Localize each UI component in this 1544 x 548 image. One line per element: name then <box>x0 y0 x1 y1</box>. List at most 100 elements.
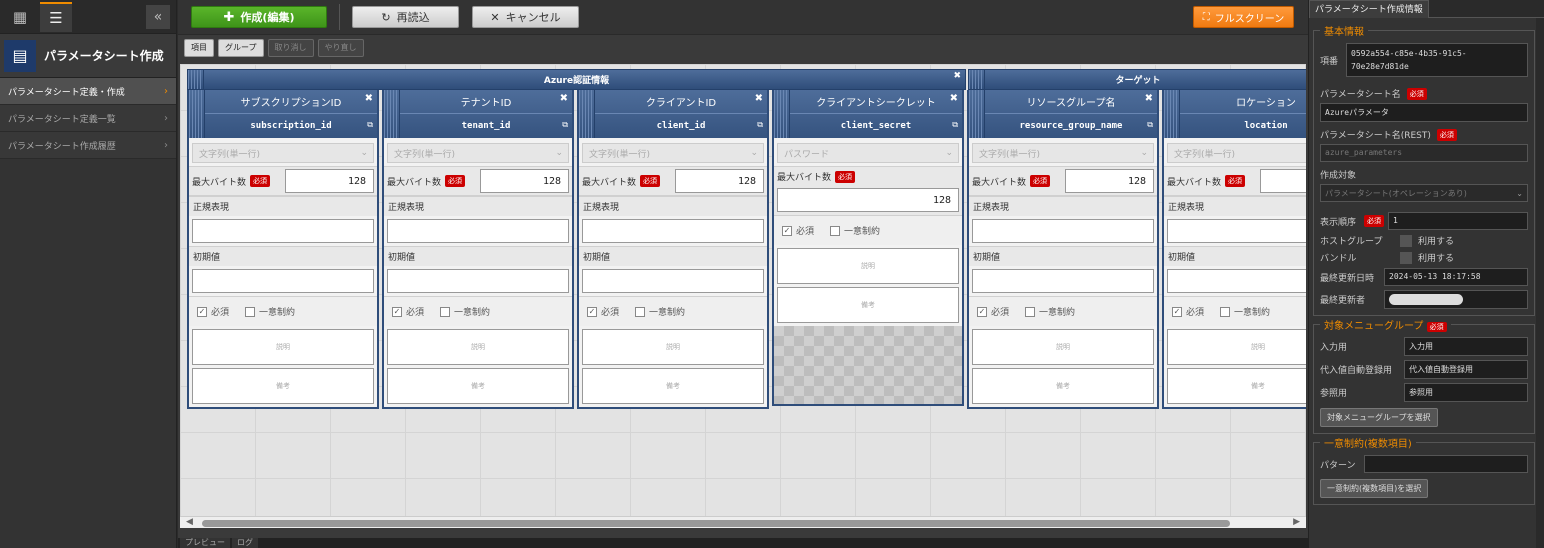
unique-checkbox[interactable]: 一意制約 <box>440 305 490 318</box>
column-header[interactable]: サブスクリプションID subscription_id ✖ ⧉ <box>189 90 377 138</box>
unique-checkbox[interactable]: 一意制約 <box>830 224 880 237</box>
target-select[interactable]: パラメータシート(オペレーションあり) ⌄ <box>1320 184 1528 202</box>
copy-icon[interactable]: ⧉ <box>1147 120 1153 130</box>
hostgroup-checkbox[interactable] <box>1400 234 1412 247</box>
close-icon[interactable]: ✖ <box>953 71 961 81</box>
bundle-checkbox[interactable] <box>1400 251 1412 264</box>
column-group[interactable]: ターゲット <box>968 69 1306 90</box>
column-card[interactable]: クライアントID client_id ✖ ⧉ 文字列(単一行) ⌄ 最大バイト数 必須 128 正… <box>577 90 769 409</box>
drag-handle-icon[interactable] <box>384 90 400 138</box>
note-textarea[interactable]: 備考 <box>777 287 959 323</box>
reload-button[interactable]: ↻ 再読込 <box>352 6 459 28</box>
horizontal-scrollbar[interactable]: ◀ ▶ <box>180 516 1306 528</box>
close-icon[interactable]: ✖ <box>560 93 568 104</box>
default-input[interactable] <box>972 269 1154 293</box>
sidebar-item-history[interactable]: パラメータシート作成履歴 › <box>0 132 176 159</box>
sheet-name-input[interactable]: Azureパラメータ <box>1320 103 1528 122</box>
default-input[interactable] <box>192 269 374 293</box>
required-checkbox[interactable]: ✓ 必須 <box>587 305 619 318</box>
scroll-thumb[interactable] <box>202 520 1230 527</box>
copy-icon[interactable]: ⧉ <box>562 120 568 130</box>
type-select[interactable]: 文字列(単一行)⌄ <box>1167 143 1306 163</box>
note-textarea[interactable]: 備考 <box>387 368 569 404</box>
regex-input[interactable] <box>582 219 764 243</box>
required-checkbox[interactable]: ✓ 必須 <box>392 305 424 318</box>
column-card[interactable]: リソースグループ名 resource_group_name ✖ ⧉ 文字列(単一行) ⌄ 最… <box>967 90 1159 409</box>
description-textarea[interactable]: 説明 <box>1167 329 1306 365</box>
note-textarea[interactable]: 備考 <box>972 368 1154 404</box>
tab-preview[interactable]: プレビュー <box>180 538 230 548</box>
note-textarea[interactable]: 備考 <box>192 368 374 404</box>
scroll-left-icon[interactable]: ◀ <box>186 517 193 527</box>
default-input[interactable] <box>582 269 764 293</box>
create-button[interactable]: ✚ 作成(編集) <box>191 6 327 28</box>
cancel-button[interactable]: ✕ キャンセル <box>472 6 579 28</box>
sidebar-item-define-list[interactable]: パラメータシート定義一覧 › <box>0 105 176 132</box>
note-textarea[interactable]: 備考 <box>1167 368 1306 404</box>
max-bytes-input[interactable] <box>1260 169 1306 193</box>
undo-button[interactable]: 取り消し <box>267 38 314 57</box>
column-group[interactable]: Azure認証情報 ✖ <box>187 69 966 90</box>
type-select[interactable]: 文字列(単一行)⌄ <box>582 143 764 163</box>
description-textarea[interactable]: 説明 <box>387 329 569 365</box>
add-item-button[interactable]: 項目 <box>184 38 214 57</box>
drag-handle-icon[interactable] <box>969 70 985 89</box>
tab-sheet-info[interactable]: パラメータシート作成情報 <box>1309 0 1429 18</box>
order-input[interactable]: 1 <box>1388 212 1528 230</box>
regex-input[interactable] <box>972 219 1154 243</box>
column-header[interactable]: リソースグループ名 resource_group_name ✖ ⧉ <box>969 90 1157 138</box>
redo-button[interactable]: やり直し <box>317 38 364 57</box>
description-textarea[interactable]: 説明 <box>777 248 959 284</box>
tab-log[interactable]: ログ <box>232 538 258 548</box>
column-header[interactable]: クライアントID client_id ✖ ⧉ <box>579 90 767 138</box>
regex-input[interactable] <box>192 219 374 243</box>
list-icon[interactable]: ☰ <box>40 1 72 32</box>
sheet-rest-name-input[interactable]: azure_parameters <box>1320 144 1528 162</box>
max-bytes-input[interactable]: 128 <box>285 169 374 193</box>
column-card[interactable]: テナントID tenant_id ✖ ⧉ 文字列(単一行) ⌄ 最大バイト数 必須 128 正規表… <box>382 90 574 409</box>
default-input[interactable] <box>387 269 569 293</box>
add-group-button[interactable]: グループ <box>218 38 264 57</box>
unique-checkbox[interactable]: 一意制約 <box>1025 305 1075 318</box>
required-checkbox[interactable]: ✓ 必須 <box>197 305 229 318</box>
drag-handle-icon[interactable] <box>188 70 204 89</box>
editor-canvas[interactable]: Azure認証情報 ✖ ターゲット サブスクリプションID subscriptio… <box>180 64 1306 516</box>
close-icon[interactable]: ✖ <box>755 93 763 104</box>
type-select[interactable]: パスワード ⌄ <box>777 143 959 163</box>
drag-handle-icon[interactable] <box>774 90 790 138</box>
description-textarea[interactable]: 説明 <box>972 329 1154 365</box>
type-select[interactable]: 文字列(単一行)⌄ <box>192 143 374 163</box>
column-card[interactable]: クライアントシークレット client_secret ✖ ⧉ パスワード ⌄ 最大バイト数必… <box>772 90 964 406</box>
column-header[interactable]: ロケーションlocation✖⧉ <box>1164 90 1306 138</box>
drag-handle-icon[interactable] <box>969 90 985 138</box>
select-menu-group-button[interactable]: 対象メニューグループを選択 <box>1320 408 1438 427</box>
drag-handle-icon[interactable] <box>1164 90 1180 138</box>
description-textarea[interactable]: 説明 <box>582 329 764 365</box>
copy-icon[interactable]: ⧉ <box>952 120 958 130</box>
type-select[interactable]: 文字列(単一行)⌄ <box>972 143 1154 163</box>
copy-icon[interactable]: ⧉ <box>367 120 373 130</box>
close-icon[interactable]: ✖ <box>950 93 958 104</box>
collapse-sidebar-icon[interactable]: « <box>146 5 170 29</box>
max-bytes-input[interactable]: 128 <box>480 169 569 193</box>
sidebar-item-define-create[interactable]: パラメータシート定義・作成 › <box>0 78 176 105</box>
unique-checkbox[interactable]: 一意制約 <box>1220 305 1270 318</box>
copy-icon[interactable]: ⧉ <box>757 120 763 130</box>
grid-icon[interactable]: ▦ <box>4 2 36 32</box>
select-unique-constraint-button[interactable]: 一意制約(複数項目)を選択 <box>1320 479 1429 498</box>
unique-checkbox[interactable]: 一意制約 <box>245 305 295 318</box>
scroll-right-icon[interactable]: ▶ <box>1293 517 1300 527</box>
unique-checkbox[interactable]: 一意制約 <box>635 305 685 318</box>
required-checkbox[interactable]: ✓ 必須 <box>1172 305 1204 318</box>
drag-handle-icon[interactable] <box>189 90 205 138</box>
required-checkbox[interactable]: ✓ 必須 <box>977 305 1009 318</box>
required-checkbox[interactable]: ✓ 必須 <box>782 224 814 237</box>
column-header[interactable]: クライアントシークレット client_secret ✖ ⧉ <box>774 90 962 138</box>
description-textarea[interactable]: 説明 <box>192 329 374 365</box>
max-bytes-input[interactable]: 128 <box>777 188 959 212</box>
note-textarea[interactable]: 備考 <box>582 368 764 404</box>
regex-input[interactable] <box>387 219 569 243</box>
column-header[interactable]: テナントID tenant_id ✖ ⧉ <box>384 90 572 138</box>
type-select[interactable]: 文字列(単一行)⌄ <box>387 143 569 163</box>
close-icon[interactable]: ✖ <box>1145 93 1153 104</box>
